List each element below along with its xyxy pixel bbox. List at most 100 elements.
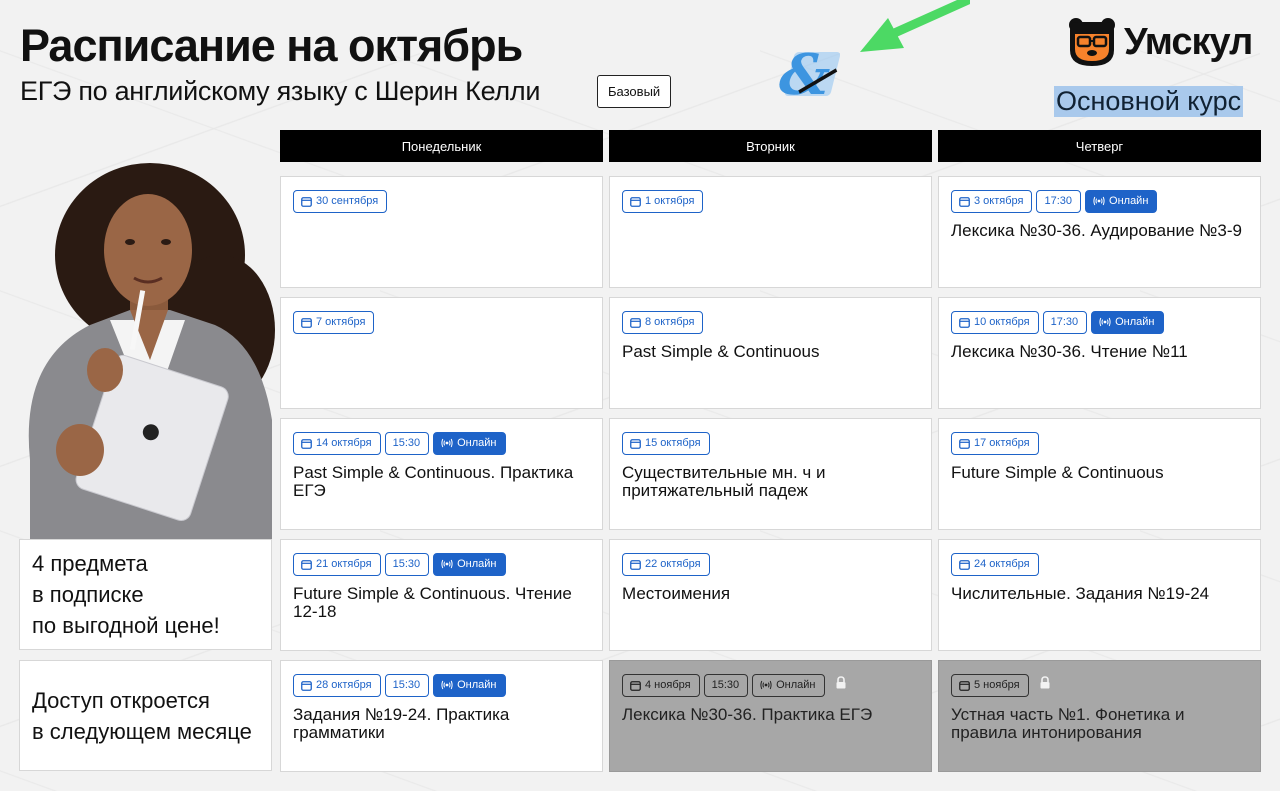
date-text: 21 октября (316, 558, 372, 570)
lesson-card[interactable]: 15 октября Существительные мн. ч и притяж… (609, 418, 932, 530)
promo-line: по выгодной цене! (32, 613, 220, 638)
brand-name: Умскул (1124, 20, 1253, 63)
lesson-card[interactable]: 24 октября Числительные. Задания №19-24 (938, 539, 1261, 651)
lesson-title: Числительные. Задания №19-24 (951, 584, 1210, 603)
arrow-icon (860, 0, 970, 52)
lesson-card[interactable]: 7 октября (280, 297, 603, 409)
date-tag: 10 октября (951, 310, 1039, 334)
lesson-card[interactable]: 14 октября 15:30 Онлайн Past Simple & Conti… (280, 418, 603, 530)
online-tag: Онлайн (433, 552, 506, 576)
online-tag: Онлайн (433, 673, 506, 697)
calendar-icon (630, 196, 641, 207)
lesson-title: Past Simple & Continuous (622, 342, 820, 361)
lesson-title: Past Simple & Continuous. Практика ЕГЭ (293, 463, 574, 500)
date-tag: 28 октября (293, 673, 381, 697)
lesson-tags: 21 октября 15:30 Онлайн (293, 552, 590, 576)
lesson-card[interactable]: 21 октября 15:30 Онлайн Future Simple & Con… (280, 539, 603, 651)
date-text: 14 октября (316, 437, 372, 449)
lesson-card[interactable]: 3 октября 17:30 Онлайн Лексика №30-36. Ауди… (938, 176, 1261, 288)
calendar-icon (301, 196, 312, 207)
date-tag: 5 ноября (951, 673, 1029, 697)
online-tag: Онлайн (1085, 189, 1158, 213)
promo-line: Доступ откроется (32, 687, 210, 713)
tier-badge: Базовый (597, 75, 672, 108)
date-tag: 8 октября (622, 310, 704, 334)
lesson-title: Устная часть №1. Фонетика и правила инто… (951, 705, 1185, 742)
calendar-icon (630, 559, 641, 570)
online-text: Онлайн (457, 437, 497, 449)
calendar-icon (301, 438, 312, 449)
time-tag: 15:30 (703, 673, 749, 697)
date-text: 30 сентября (316, 195, 379, 207)
date-text: 3 октября (974, 195, 1024, 207)
calendar-icon (301, 317, 312, 328)
date-text: 7 октября (316, 316, 366, 328)
date-tag: 22 октября (622, 552, 710, 576)
day-header-monday: Понедельник (280, 130, 603, 162)
lesson-card-locked[interactable]: 5 ноября Устная часть №1. Фонетика и прав… (938, 660, 1261, 772)
lesson-card[interactable]: 10 октября 17:30 Онлайн Лексика №30-36. Чте… (938, 297, 1261, 409)
date-tag: 1 октября (622, 189, 704, 213)
lock-icon (1033, 676, 1051, 694)
lesson-title: Лексика №30-36. Практика ЕГЭ (622, 705, 873, 724)
date-tag: 7 октября (293, 310, 375, 334)
access-notice: Доступ откроется в следующем месяце (19, 660, 272, 771)
time-tag: 17:30 (1036, 189, 1082, 213)
day-header-thursday: Четверг (938, 130, 1261, 162)
promo-line: в подписке (32, 582, 144, 607)
day-header-tuesday: Вторник (609, 130, 932, 162)
date-text: 28 октября (316, 679, 372, 691)
lesson-tags: 10 октября 17:30 Онлайн (951, 310, 1248, 334)
lesson-tags: 24 октября (951, 552, 1248, 576)
calendar-icon (959, 680, 970, 691)
date-text: 17 октября (974, 437, 1030, 449)
lesson-tags: 17 октября (951, 431, 1248, 455)
subscription-promo: 4 предмета в подписке по выгодной цене! (19, 539, 272, 650)
lesson-tags: 30 сентября (293, 189, 590, 213)
calendar-icon (630, 438, 641, 449)
lesson-card-locked[interactable]: 4 ноября 15:30 Онлайн Лексика №30-36. Практ… (609, 660, 932, 772)
date-text: 15 октября (645, 437, 701, 449)
lesson-title: Существительные мн. ч и притяжательный п… (622, 463, 826, 500)
calendar-icon (959, 438, 970, 449)
broadcast-icon (441, 559, 453, 569)
date-text: 5 ноября (974, 679, 1020, 691)
date-tag: 30 сентября (293, 189, 388, 213)
date-tag: 14 октября (293, 431, 381, 455)
date-tag: 21 октября (293, 552, 381, 576)
promo-line: в следующем месяце (32, 718, 252, 744)
calendar-icon (301, 559, 312, 570)
ampersand-icon: & (771, 43, 840, 108)
lesson-card[interactable]: 8 октября Past Simple & Continuous (609, 297, 932, 409)
lesson-card[interactable]: 1 октября (609, 176, 932, 288)
calendar-icon (630, 317, 641, 328)
time-tag: 15:30 (384, 552, 430, 576)
time-tag: 15:30 (384, 673, 430, 697)
lesson-title: Лексика №30-36. Чтение №11 (951, 342, 1188, 361)
broadcast-icon (1099, 317, 1111, 327)
time-tag: 17:30 (1042, 310, 1088, 334)
lesson-tags: 3 октября 17:30 Онлайн (951, 189, 1248, 213)
lesson-title: Местоимения (622, 584, 731, 603)
lesson-card[interactable]: 30 сентября (280, 176, 603, 288)
date-text: 22 октября (645, 558, 701, 570)
date-text: 1 октября (645, 195, 695, 207)
online-text: Онлайн (457, 558, 497, 570)
lesson-card[interactable]: 22 октября Местоимения (609, 539, 932, 651)
lesson-tags: 15 октября (622, 431, 919, 455)
date-text: 10 октября (974, 316, 1030, 328)
date-tag: 24 октября (951, 552, 1039, 576)
broadcast-icon (760, 680, 772, 690)
lesson-tags: 22 октября (622, 552, 919, 576)
lesson-card[interactable]: 17 октября Future Simple & Continuous (938, 418, 1261, 530)
teacher-photo (28, 163, 275, 540)
broadcast-icon (441, 438, 453, 448)
date-text: 8 октября (645, 316, 695, 328)
bear-logo-icon (1069, 18, 1115, 66)
lesson-tags: 8 октября (622, 310, 919, 334)
lesson-tags: 1 октября (622, 189, 919, 213)
lesson-title: Future Simple & Continuous (951, 463, 1164, 482)
lesson-card[interactable]: 28 октября 15:30 Онлайн Задания №19-24. Пра… (280, 660, 603, 772)
online-tag: Онлайн (433, 431, 506, 455)
lesson-tags: 14 октября 15:30 Онлайн (293, 431, 590, 455)
